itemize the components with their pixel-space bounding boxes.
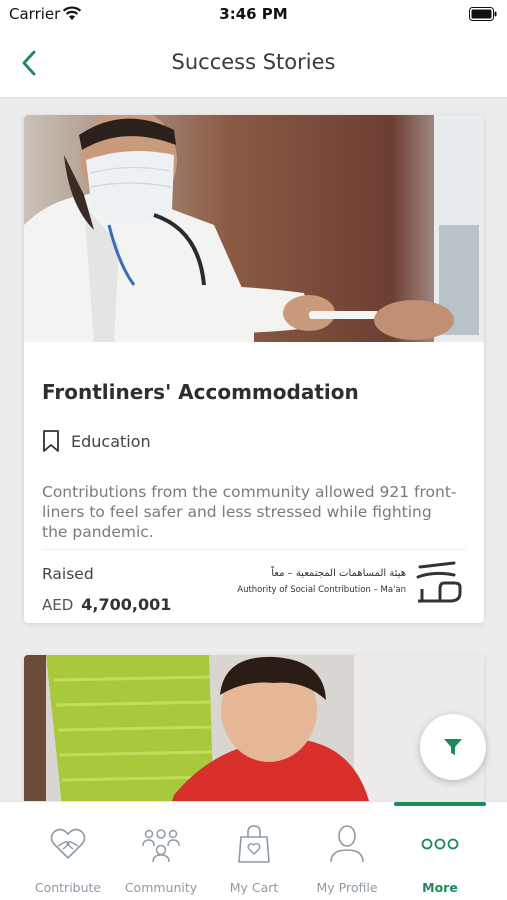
battery-icon	[469, 7, 497, 21]
story-description: Contributions from the community allowed…	[42, 483, 457, 541]
tab-bar: Contribute Community My Cart My Profile	[0, 801, 507, 900]
partner-name-en: Authority of Social Contribution – Ma'an	[237, 585, 406, 595]
story-image	[24, 655, 484, 801]
tab-more[interactable]: More	[390, 824, 490, 895]
story-category: Education	[41, 429, 151, 453]
status-time: 3:46 PM	[219, 5, 288, 23]
story-card[interactable]	[24, 655, 484, 801]
currency-label: AED	[42, 596, 74, 614]
more-dots-icon	[421, 838, 459, 850]
nav-bar: Success Stories	[0, 30, 507, 98]
story-title: Frontliners' Accommodation	[42, 380, 359, 404]
tab-contribute[interactable]: Contribute	[18, 824, 118, 895]
partner-logo: هيئة المساهمات المجتمعية – معاً Authorit…	[221, 561, 466, 605]
bookmark-icon	[43, 430, 59, 452]
profile-icon	[330, 825, 364, 863]
tab-label: More	[422, 880, 458, 895]
tab-my-cart[interactable]: My Cart	[204, 824, 304, 895]
category-label: Education	[71, 431, 151, 451]
stories-list[interactable]: Frontliners' Accommodation Education Con…	[0, 99, 507, 801]
active-tab-indicator	[394, 802, 486, 806]
tab-label: Contribute	[34, 880, 102, 895]
shopping-bag-icon	[238, 825, 270, 863]
card-divider	[42, 549, 466, 550]
raised-label: Raised	[42, 565, 94, 583]
partner-name-ar: هيئة المساهمات المجتمعية – معاً	[271, 568, 406, 579]
page-title: Success Stories	[171, 50, 336, 74]
story-card[interactable]: Frontliners' Accommodation Education Con…	[24, 115, 484, 623]
story-image	[24, 115, 484, 342]
amount-value: 4,700,001	[81, 595, 172, 614]
filter-button[interactable]	[420, 714, 486, 780]
tab-label: Community	[124, 880, 198, 895]
tab-label: My Profile	[316, 880, 378, 895]
heart-hands-icon	[50, 828, 86, 859]
tab-label: My Cart	[229, 880, 279, 895]
community-icon	[142, 829, 180, 863]
tab-my-profile[interactable]: My Profile	[297, 824, 397, 895]
status-bar: Carrier 3:46 PM	[0, 0, 507, 30]
maan-logo-icon	[416, 561, 462, 603]
filter-icon	[444, 739, 462, 755]
raised-amount: AED 4,700,001	[42, 595, 171, 614]
tab-community[interactable]: Community	[111, 824, 211, 895]
